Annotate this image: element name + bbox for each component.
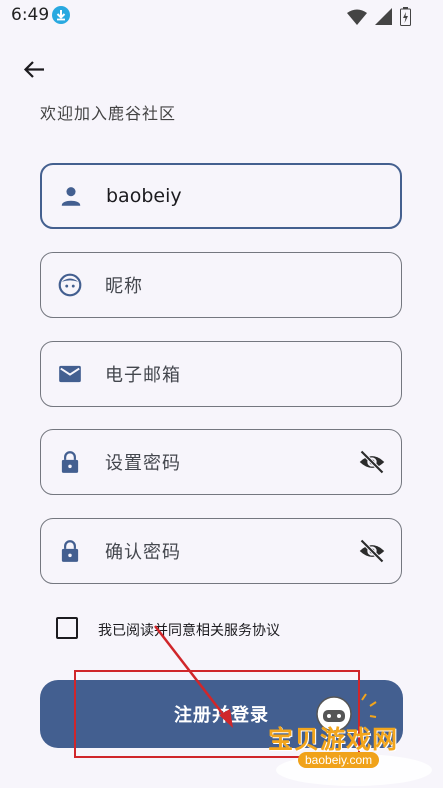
watermark-url: baobeiy.com	[298, 752, 380, 768]
password-placeholder: 设置密码	[105, 453, 181, 474]
signal-icon	[375, 8, 392, 25]
nickname-field[interactable]: 昵称	[40, 252, 402, 318]
status-bar: 6:49	[0, 0, 443, 32]
confirm-password-placeholder: 确认密码	[105, 542, 181, 563]
register-login-button[interactable]: 注册并登录	[40, 680, 403, 748]
face-icon	[57, 272, 83, 298]
download-icon	[52, 6, 70, 24]
agreement-checkbox[interactable]	[56, 617, 78, 639]
nickname-placeholder: 昵称	[105, 276, 143, 297]
username-field[interactable]: baobeiy	[40, 163, 402, 229]
lock-icon	[57, 538, 83, 564]
confirm-password-field[interactable]: 确认密码	[40, 518, 402, 584]
email-placeholder: 电子邮箱	[105, 365, 181, 386]
status-icons	[347, 7, 411, 26]
back-arrow-icon	[23, 61, 44, 78]
back-button[interactable]	[18, 54, 50, 86]
email-field[interactable]: 电子邮箱	[40, 341, 402, 407]
mail-icon	[57, 361, 83, 387]
visibility-off-icon[interactable]	[358, 537, 386, 565]
battery-icon	[400, 7, 411, 26]
status-time: 6:49	[11, 5, 50, 25]
username-value: baobeiy	[106, 185, 182, 207]
lock-icon	[57, 449, 83, 475]
wifi-icon	[347, 9, 367, 25]
agreement-label[interactable]: 我已阅读并同意相关服务协议	[98, 620, 280, 640]
password-field[interactable]: 设置密码	[40, 429, 402, 495]
page-subtitle: 欢迎加入鹿谷社区	[40, 104, 177, 123]
person-icon	[58, 183, 84, 209]
visibility-off-icon[interactable]	[358, 448, 386, 476]
